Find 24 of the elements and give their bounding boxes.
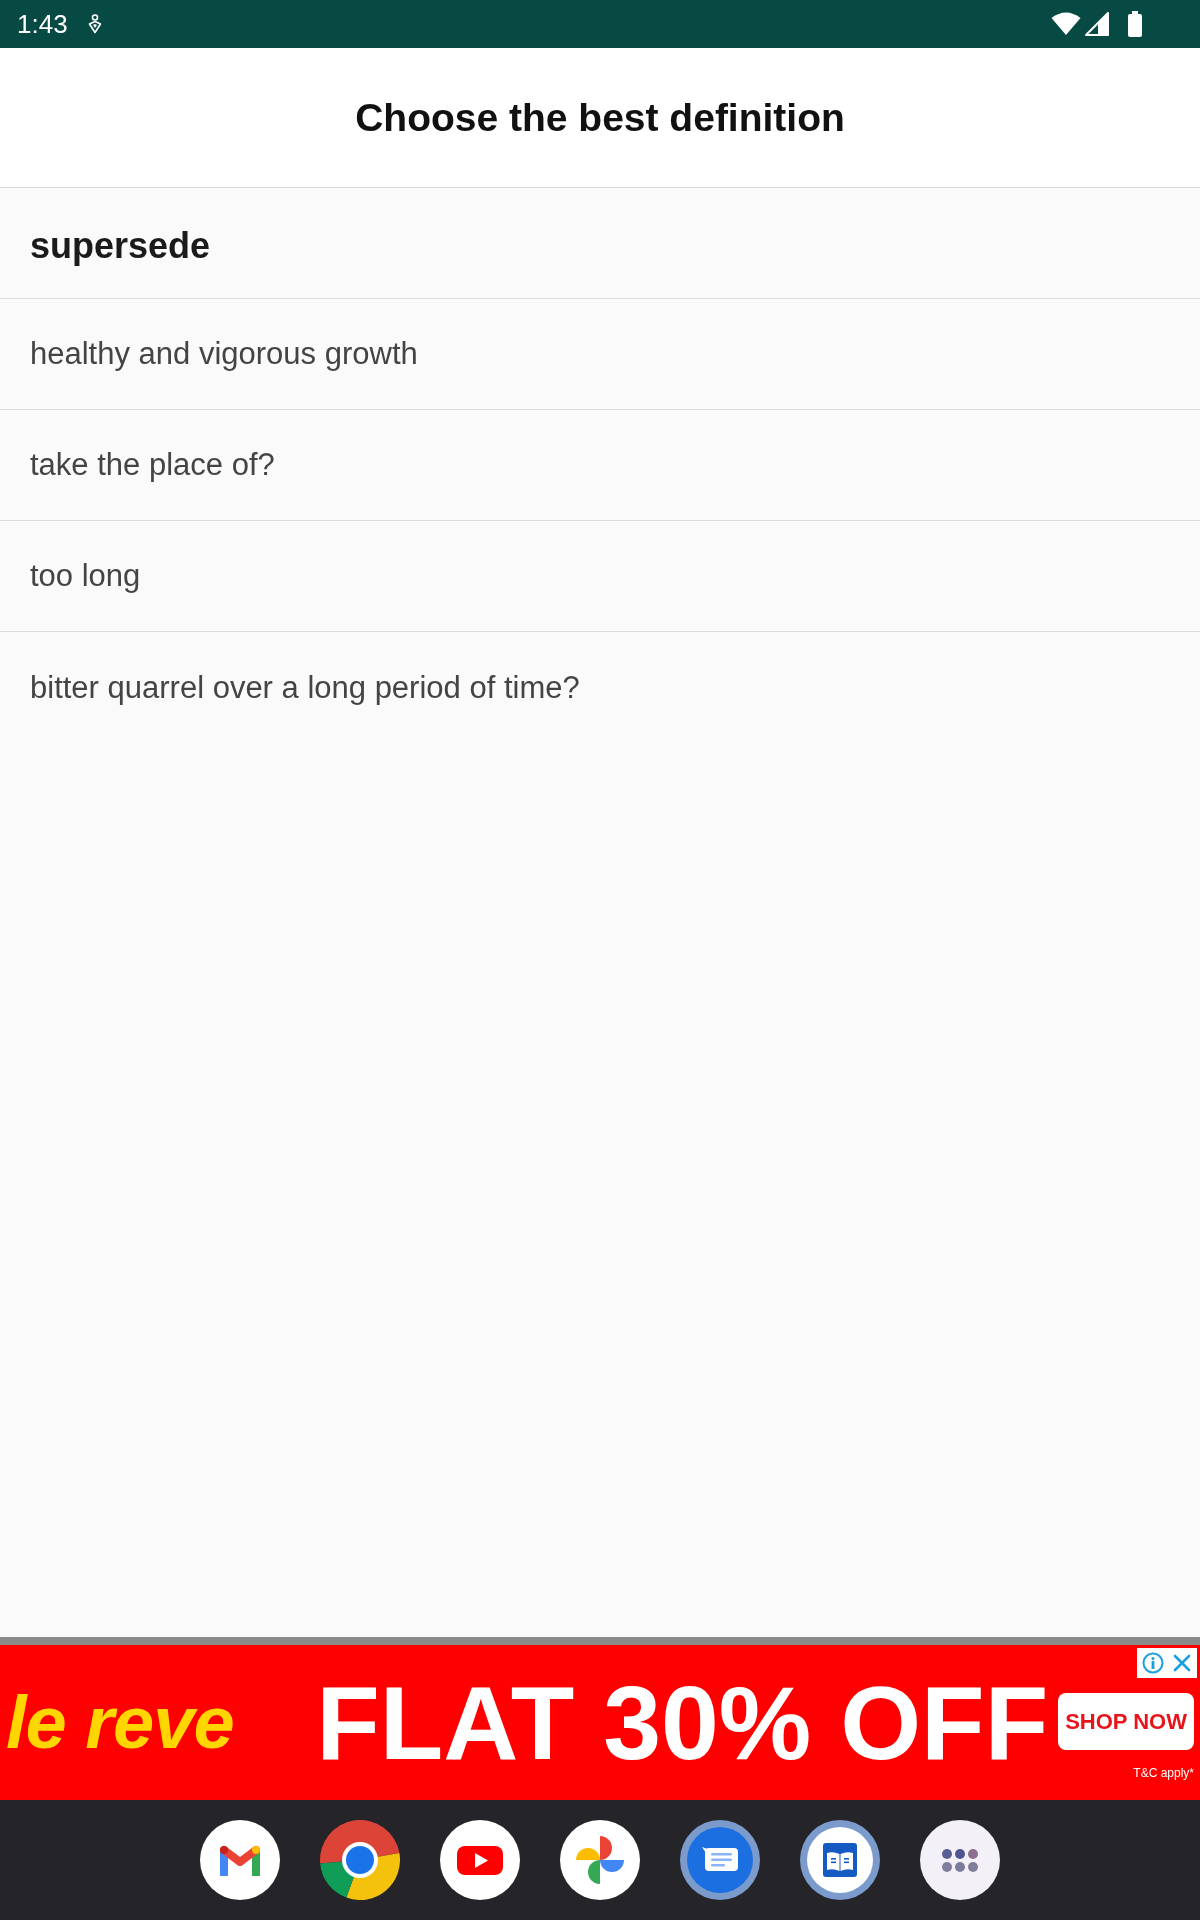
chat-bubble-icon[interactable]	[680, 1820, 760, 1900]
app-grid-icon[interactable]	[920, 1820, 1000, 1900]
shop-now-button[interactable]: SHOP NOW	[1058, 1693, 1194, 1750]
battery-icon	[1127, 11, 1143, 37]
brand-logo: le reve	[6, 1680, 234, 1765]
info-icon[interactable]	[1142, 1652, 1164, 1674]
book-icon[interactable]	[800, 1820, 880, 1900]
answer-option[interactable]: take the place of?	[0, 410, 1200, 521]
color-ring-icon[interactable]	[320, 1820, 400, 1900]
clock-time: 1:43	[17, 8, 68, 40]
quiz-word: supersede	[30, 225, 211, 267]
answer-option[interactable]: too long	[0, 521, 1200, 632]
page-title: Choose the best definition	[355, 95, 845, 140]
terms-note: T&C apply*	[1133, 1766, 1194, 1780]
signal-icon	[1085, 12, 1109, 36]
close-icon[interactable]	[1172, 1653, 1192, 1673]
pinwheel-icon[interactable]	[560, 1820, 640, 1900]
play-button-icon[interactable]	[440, 1820, 520, 1900]
answer-option[interactable]: bitter quarrel over a long period of time?	[0, 632, 1200, 743]
answer-option[interactable]: healthy and vigorous growth	[0, 299, 1200, 410]
wifi-icon	[1051, 12, 1081, 36]
diamond-icon	[87, 14, 102, 34]
ad-headline: FLAT 30% OFF	[316, 1670, 1049, 1775]
mail-icon[interactable]	[200, 1820, 280, 1900]
